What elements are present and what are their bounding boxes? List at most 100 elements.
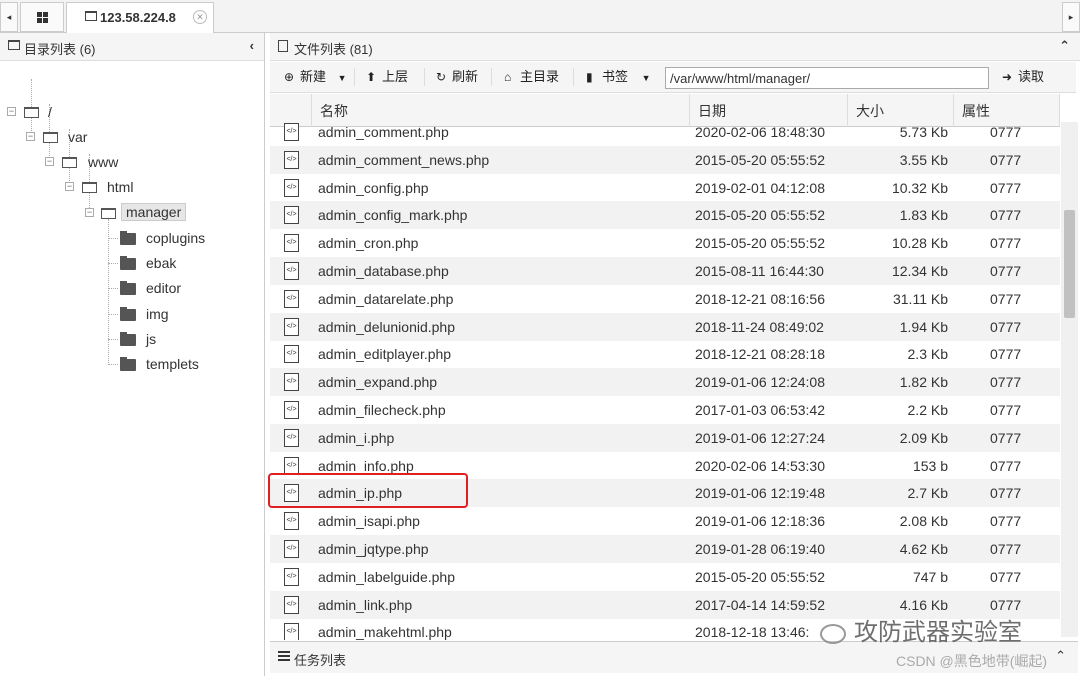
file-date: 2019-01-06 12:27:24 — [695, 429, 825, 446]
file-attr: 0777 — [990, 318, 1022, 335]
csdn-watermark: CSDN @黑色地带(崛起) — [896, 653, 1048, 669]
up-button-label: 上层 — [382, 69, 409, 84]
file-row[interactable]: admin_expand.php 2019-01-06 12:24:08 1.82 … — [270, 368, 1060, 397]
file-date: 2019-02-01 04:12:08 — [695, 179, 825, 196]
php-file-icon — [284, 456, 299, 475]
file-name: admin_i.php — [318, 429, 395, 446]
tree-node-label: js — [146, 331, 157, 347]
file-name: admin_config.php — [318, 179, 429, 196]
php-file-icon — [284, 289, 299, 308]
new-button-label: 新建 — [300, 69, 327, 84]
file-row[interactable]: admin_labelguide.php 2015-05-20 05:55:52 7… — [270, 563, 1060, 591]
file-date: 2015-05-20 05:55:52 — [695, 235, 825, 252]
file-size: 10.32 Kb — [891, 179, 948, 196]
file-date: 2020-02-06 14:53:30 — [695, 457, 825, 474]
file-row[interactable]: admin_comment.php 2020-02-06 18:48:30 5.73… — [270, 122, 1060, 146]
file-attr: 0777 — [990, 402, 1022, 418]
file-attr: 0777 — [990, 374, 1022, 391]
file-attr: 0777 — [990, 124, 1022, 140]
folder-icon — [120, 357, 136, 371]
file-row[interactable]: admin_cron.php 2015-05-20 05:55:52 10.28 K… — [270, 229, 1060, 257]
path-input[interactable] — [665, 67, 989, 89]
php-file-icon — [284, 401, 299, 419]
file-name: admin_filecheck.php — [318, 402, 446, 418]
tab-home[interactable] — [20, 2, 64, 32]
bookmark-button[interactable]: ▮ 书签 ▼ — [580, 62, 651, 92]
close-tab-button[interactable]: ✕ — [193, 10, 207, 24]
file-size: 5.73 Kb — [899, 124, 948, 140]
plus-icon: ⊕ — [284, 70, 295, 84]
file-row[interactable]: admin_i.php 2019-01-06 12:27:24 2.09 Kb 077… — [270, 423, 1060, 452]
file-name: admin_labelguide.php — [318, 568, 455, 585]
file-size: 2.09 Kb — [899, 429, 948, 446]
file-name: admin_delunionid.php — [318, 318, 455, 335]
folder-icon — [120, 332, 136, 346]
collapse-toggle-icon[interactable]: − — [85, 208, 94, 217]
new-button[interactable]: ⊕ 新建 ▼ — [278, 62, 347, 92]
file-name: admin_database.php — [318, 263, 449, 279]
php-file-icon — [284, 428, 299, 447]
file-attr: 0777 — [990, 263, 1022, 279]
collapse-toggle-icon[interactable]: − — [65, 182, 74, 191]
file-row[interactable]: admin_editplayer.php 2018-12-21 08:28:18 2… — [270, 340, 1060, 368]
file-row[interactable]: admin_comment_news.php 2015-05-20 05:55:5… — [270, 145, 1060, 174]
file-date: 2015-08-11 16:44:30 — [695, 263, 824, 279]
file-row[interactable]: admin_config_mark.php 2015-05-20 05:55:52… — [270, 201, 1060, 230]
file-name: admin_makehtml.php — [318, 624, 452, 640]
tab-session[interactable]: 123.58.224.8 ✕ — [66, 2, 214, 33]
folder-icon — [120, 231, 136, 245]
refresh-button-label: 刷新 — [452, 69, 479, 84]
file-date: 2020-02-06 18:48:30 — [695, 124, 825, 140]
collapse-left-button[interactable]: ‹ — [250, 38, 254, 53]
file-attr: 0777 — [990, 151, 1022, 168]
scrollbar-thumb[interactable] — [1064, 210, 1075, 318]
file-list-scrollbar[interactable] — [1061, 122, 1078, 637]
tab-scroll-right-button[interactable]: ▸ — [1062, 2, 1080, 32]
file-row[interactable]: admin_delunionid.php 2018-11-24 08:49:02 1… — [270, 312, 1060, 341]
read-button-label: 读取 — [1018, 69, 1045, 84]
file-row[interactable]: admin_filecheck.php 2017-01-03 06:53:42 2.… — [270, 396, 1060, 424]
folder-open-icon — [43, 132, 58, 143]
file-attr: 0777 — [990, 568, 1022, 585]
file-row[interactable]: admin_config.php 2019-02-01 04:12:08 10.32… — [270, 174, 1060, 202]
watermark: 攻防武器实验室 — [820, 612, 1022, 647]
collapse-right-button[interactable]: ⌃ — [1059, 38, 1070, 54]
tree-node-label: var — [68, 129, 88, 145]
expand-task-list-button[interactable]: ⌃ — [1055, 648, 1066, 664]
file-attr: 0777 — [990, 207, 1022, 224]
folder-open-icon — [82, 182, 97, 193]
collapse-toggle-icon[interactable]: − — [26, 132, 35, 141]
file-date: 2018-12-21 08:28:18 — [695, 346, 825, 363]
tree-node-label: manager — [121, 203, 187, 221]
php-file-icon — [284, 178, 299, 197]
collapse-toggle-icon[interactable]: − — [7, 107, 16, 116]
php-file-icon — [284, 623, 299, 640]
file-row[interactable]: admin_database.php 2015-08-11 16:44:30 12.… — [270, 257, 1060, 285]
file-attr: 0777 — [990, 429, 1022, 446]
php-file-icon — [284, 567, 299, 586]
tree-node-label: img — [146, 306, 169, 322]
home-button[interactable]: ⌂ 主目录 — [498, 62, 559, 92]
tab-scroll-left-button[interactable]: ◂ — [0, 2, 18, 32]
up-button[interactable]: ⬆ 上层 — [360, 62, 408, 92]
file-size: 2.7 Kb — [907, 485, 948, 502]
caret-down-icon: ▼ — [337, 73, 347, 83]
folder-open-icon — [62, 157, 77, 168]
file-size: 1.82 Kb — [899, 374, 948, 391]
file-name: admin_cron.php — [318, 235, 419, 252]
file-date: 2015-05-20 05:55:52 — [695, 151, 825, 168]
file-size: 1.94 Kb — [899, 318, 948, 335]
read-button[interactable]: ➜ 读取 — [996, 62, 1044, 92]
file-date: 2018-12-21 08:16:56 — [695, 290, 825, 307]
refresh-button[interactable]: ↻ 刷新 — [430, 62, 478, 92]
directory-panel-title: 目录列表 (6) — [24, 42, 96, 57]
toolbar: ⊕ 新建 ▼ ⬆ 上层 ↻ 刷新 ⌂ 主目录 ▮ 书签 ▼ ➜ 读取 — [270, 62, 1076, 93]
php-file-icon — [284, 150, 299, 169]
file-row[interactable]: admin_datarelate.php 2018-12-21 08:16:56 3… — [270, 285, 1060, 313]
file-size: 747 b — [912, 568, 948, 585]
file-row[interactable]: admin_isapi.php 2019-01-06 12:18:36 2.08 K… — [270, 507, 1060, 535]
collapse-toggle-icon[interactable]: − — [45, 157, 54, 166]
file-row[interactable]: admin_jqtype.php 2019-01-28 06:19:40 4.62 … — [270, 535, 1060, 563]
highlight-box — [268, 473, 468, 508]
file-size: 2.3 Kb — [907, 346, 948, 363]
